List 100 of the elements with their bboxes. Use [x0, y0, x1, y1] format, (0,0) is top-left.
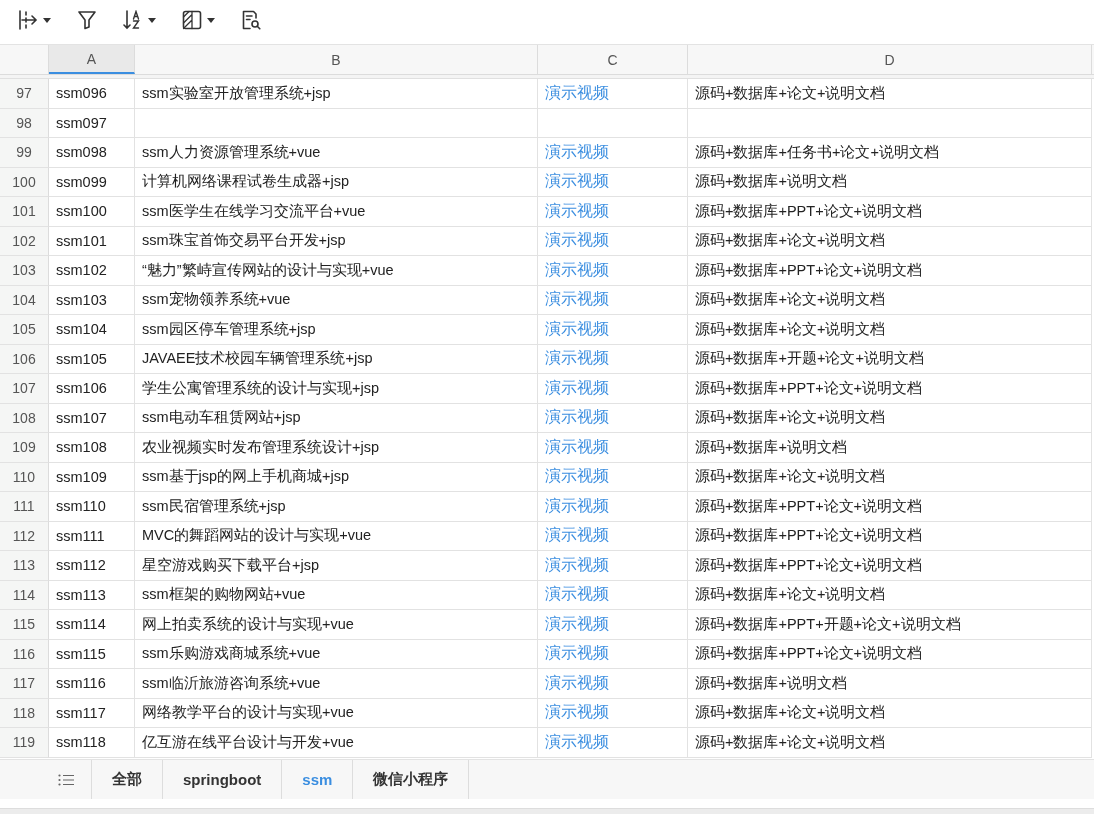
table-cell: 源码+数据库+PPT+论文+说明文档	[688, 197, 1092, 227]
row-number: 118	[0, 698, 49, 728]
table-cell: ssm电动车租赁网站+jsp	[135, 403, 538, 433]
video-link[interactable]: 演示视频	[545, 377, 609, 399]
table-cell: 学生公寓管理系统的设计与实现+jsp	[135, 374, 538, 404]
video-link[interactable]: 演示视频	[545, 672, 609, 694]
row-number: 113	[0, 551, 49, 581]
table-cell: 源码+数据库+说明文档	[688, 433, 1092, 463]
table-cell: ssm097	[49, 108, 135, 138]
table-cell: JAVAEE技术校园车辆管理系统+jsp	[135, 344, 538, 374]
row-number: 100	[0, 167, 49, 197]
video-link[interactable]: 演示视频	[545, 318, 609, 340]
table-cell: ssm107	[49, 403, 135, 433]
table-cell: 源码+数据库+任务书+论文+说明文档	[688, 138, 1092, 168]
table-cell: 农业视频实时发布管理系统设计+jsp	[135, 433, 538, 463]
table-cell: ssm115	[49, 639, 135, 669]
table-cell: 源码+数据库+论文+说明文档	[688, 285, 1092, 315]
table-cell: ssm人力资源管理系统+vue	[135, 138, 538, 168]
table-cell: 源码+数据库+PPT+论文+说明文档	[688, 639, 1092, 669]
video-link[interactable]: 演示视频	[545, 200, 609, 222]
video-link[interactable]: 演示视频	[545, 466, 609, 488]
row-number: 115	[0, 610, 49, 640]
video-link[interactable]: 演示视频	[545, 407, 609, 429]
table-cell: ssm112	[49, 551, 135, 581]
column-header[interactable]: B	[135, 45, 538, 74]
table-cell: ssm098	[49, 138, 135, 168]
row-number: 109	[0, 433, 49, 463]
table-cell: 源码+数据库+论文+说明文档	[688, 580, 1092, 610]
table-cell: 网上拍卖系统的设计与实现+vue	[135, 610, 538, 640]
table-cell: ssm实验室开放管理系统+jsp	[135, 79, 538, 109]
row-number: 104	[0, 285, 49, 315]
video-link[interactable]: 演示视频	[545, 289, 609, 311]
video-link[interactable]: 演示视频	[545, 82, 609, 104]
table-cell: MVC的舞蹈网站的设计与实现+vue	[135, 521, 538, 551]
table-cell: ssm101	[49, 226, 135, 256]
caret-icon	[148, 17, 156, 23]
caret-icon	[207, 17, 215, 23]
table-cell: 源码+数据库+PPT+论文+说明文档	[688, 256, 1092, 286]
table-cell: ssm103	[49, 285, 135, 315]
table-cell: 计算机网络课程试卷生成器+jsp	[135, 167, 538, 197]
table-cell: 源码+数据库+论文+说明文档	[688, 698, 1092, 728]
row-number: 107	[0, 374, 49, 404]
row-number: 111	[0, 492, 49, 522]
row-number: 105	[0, 315, 49, 345]
table-cell: ssm099	[49, 167, 135, 197]
video-link[interactable]: 演示视频	[545, 525, 609, 547]
table-cell: 网络教学平台的设计与实现+vue	[135, 698, 538, 728]
video-link[interactable]: 演示视频	[545, 702, 609, 724]
table-cell: ssm116	[49, 669, 135, 699]
table-cell: ssm园区停车管理系统+jsp	[135, 315, 538, 345]
video-link[interactable]: 演示视频	[545, 613, 609, 635]
table-cell: 源码+数据库+PPT+论文+说明文档	[688, 551, 1092, 581]
table-cell: ssm096	[49, 79, 135, 109]
column-header[interactable]: D	[688, 45, 1092, 74]
video-link[interactable]: 演示视频	[545, 584, 609, 606]
video-link[interactable]: 演示视频	[545, 495, 609, 517]
row-number: 99	[0, 138, 49, 168]
table-cell: ssm111	[49, 521, 135, 551]
table-cell: ssm100	[49, 197, 135, 227]
video-link[interactable]: 演示视频	[545, 171, 609, 193]
table-cell: “魅力”繁峙宣传网站的设计与实现+vue	[135, 256, 538, 286]
video-link[interactable]: 演示视频	[545, 436, 609, 458]
row-number: 98	[0, 108, 49, 138]
row-number: 114	[0, 580, 49, 610]
funnel-icon	[77, 10, 97, 30]
video-link[interactable]: 演示视频	[545, 141, 609, 163]
table-cell: ssm108	[49, 433, 135, 463]
table-cell: ssm民宿管理系统+jsp	[135, 492, 538, 522]
table-cell: 源码+数据库+PPT+论文+说明文档	[688, 374, 1092, 404]
table-cell: ssm医学生在线学习交流平台+vue	[135, 197, 538, 227]
row-number: 117	[0, 669, 49, 699]
table-cell: ssm117	[49, 698, 135, 728]
video-link[interactable]: 演示视频	[545, 554, 609, 576]
table-cell: 源码+数据库+论文+说明文档	[688, 403, 1092, 433]
table-cell: ssm宠物领养系统+vue	[135, 285, 538, 315]
video-link[interactable]: 演示视频	[545, 348, 609, 370]
table-cell: 源码+数据库+论文+说明文档	[688, 315, 1092, 345]
video-link[interactable]: 演示视频	[545, 731, 609, 753]
table-cell: ssm104	[49, 315, 135, 345]
column-header[interactable]: C	[538, 45, 688, 74]
row-number: 119	[0, 728, 49, 758]
table-cell: ssm珠宝首饰交易平台开发+jsp	[135, 226, 538, 256]
table-cell: 源码+数据库+论文+说明文档	[688, 728, 1092, 758]
table-cell: ssm临沂旅游咨询系统+vue	[135, 669, 538, 699]
row-number: 101	[0, 197, 49, 227]
list-icon	[57, 773, 74, 786]
video-link[interactable]: 演示视频	[545, 259, 609, 281]
video-link[interactable]: 演示视频	[545, 643, 609, 665]
table-cell: ssm118	[49, 728, 135, 758]
bar-arrow-icon	[18, 10, 38, 30]
table-cell: ssm框架的购物网站+vue	[135, 580, 538, 610]
column-header[interactable]: A	[49, 45, 135, 74]
table-cell: 源码+数据库+PPT+开题+论文+说明文档	[688, 610, 1092, 640]
row-number: 110	[0, 462, 49, 492]
table-cell: 亿互游在线平台设计与开发+vue	[135, 728, 538, 758]
video-link[interactable]: 演示视频	[545, 230, 609, 252]
table-cell: ssm乐购游戏商城系统+vue	[135, 639, 538, 669]
caret-icon	[43, 17, 51, 23]
table-cell: 源码+数据库+说明文档	[688, 167, 1092, 197]
row-number: 106	[0, 344, 49, 374]
